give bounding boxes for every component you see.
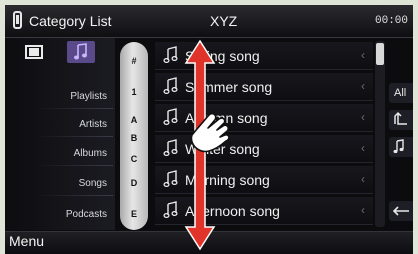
alphabet-index[interactable]: # 1 A B C D E <box>120 42 148 230</box>
list-item[interactable]: Autumn song ‹ <box>155 104 373 132</box>
song-title: Summer song <box>185 79 273 95</box>
chevron-left-icon: ‹ <box>361 79 365 93</box>
back-button[interactable] <box>389 201 413 221</box>
category-panel: Playlists Artists Albums Songs Podcasts <box>5 38 115 230</box>
list-item[interactable]: Summer song ‹ <box>155 73 373 101</box>
video-icon <box>25 45 43 59</box>
alpha-letter[interactable]: 1 <box>120 87 148 97</box>
divider <box>35 165 113 166</box>
divider <box>35 195 113 196</box>
category-artists[interactable]: Artists <box>7 119 107 130</box>
phone-icon <box>13 11 22 29</box>
category-songs[interactable]: Songs <box>7 178 107 189</box>
bottom-bar <box>5 231 413 254</box>
chevron-left-icon: ‹ <box>361 141 365 155</box>
song-title: Spring song <box>185 48 260 64</box>
song-title: Autumn song <box>185 110 268 126</box>
music-note-icon <box>163 108 178 126</box>
all-label: All <box>394 87 407 99</box>
alpha-letter[interactable]: # <box>120 56 148 66</box>
divider <box>35 136 113 137</box>
alpha-letter[interactable]: A <box>120 115 148 125</box>
up-folder-button[interactable] <box>389 110 413 130</box>
list-item[interactable]: Spring song ‹ <box>155 42 373 70</box>
music-list-button[interactable] <box>389 137 413 157</box>
category-albums[interactable]: Albums <box>7 148 107 159</box>
page-title: Category List <box>29 13 112 29</box>
chevron-left-icon: ‹ <box>361 110 365 124</box>
music-note-icon <box>163 77 178 95</box>
category-playlists[interactable]: Playlists <box>7 91 107 102</box>
divider <box>35 108 113 109</box>
music-note-icon <box>163 201 178 219</box>
song-title: Winter song <box>185 141 260 157</box>
scrollbar-thumb[interactable] <box>376 43 384 65</box>
all-button[interactable]: All <box>389 83 413 103</box>
status-bar: Category List XYZ 00:00 <box>5 5 413 38</box>
music-note-icon <box>163 170 178 188</box>
song-title: Morning song <box>185 172 270 188</box>
list-item[interactable]: Afternoon song ‹ <box>155 197 373 225</box>
scrollbar-track[interactable] <box>375 41 385 227</box>
back-arrow-icon <box>392 206 409 216</box>
list-item[interactable]: Winter song ‹ <box>155 135 373 163</box>
source-label: XYZ <box>210 13 238 29</box>
song-title: Afternoon song <box>185 203 280 219</box>
music-note-icon <box>74 43 87 60</box>
chevron-left-icon: ‹ <box>361 203 365 217</box>
alpha-letter[interactable]: B <box>120 133 148 143</box>
up-folder-icon <box>394 111 407 125</box>
music-note-icon <box>163 46 178 64</box>
list-item[interactable]: Morning song ‹ <box>155 166 373 194</box>
alpha-letter[interactable]: C <box>120 154 148 164</box>
chevron-left-icon: ‹ <box>361 48 365 62</box>
menu-button[interactable]: Menu <box>9 233 44 249</box>
music-note-icon <box>163 139 178 157</box>
screen: Category List XYZ 00:00 Playlists Artist… <box>5 5 413 254</box>
alpha-letter[interactable]: E <box>120 209 148 219</box>
clock: 00:00 <box>375 15 409 27</box>
music-source-button[interactable] <box>67 41 95 63</box>
alpha-letter[interactable]: D <box>120 178 148 188</box>
category-podcasts[interactable]: Podcasts <box>7 209 107 220</box>
video-source-button[interactable] <box>23 44 45 60</box>
chevron-left-icon: ‹ <box>361 172 365 186</box>
song-list: Spring song ‹ Summer song ‹ Autumn song … <box>155 38 373 230</box>
music-list-icon <box>393 139 404 154</box>
